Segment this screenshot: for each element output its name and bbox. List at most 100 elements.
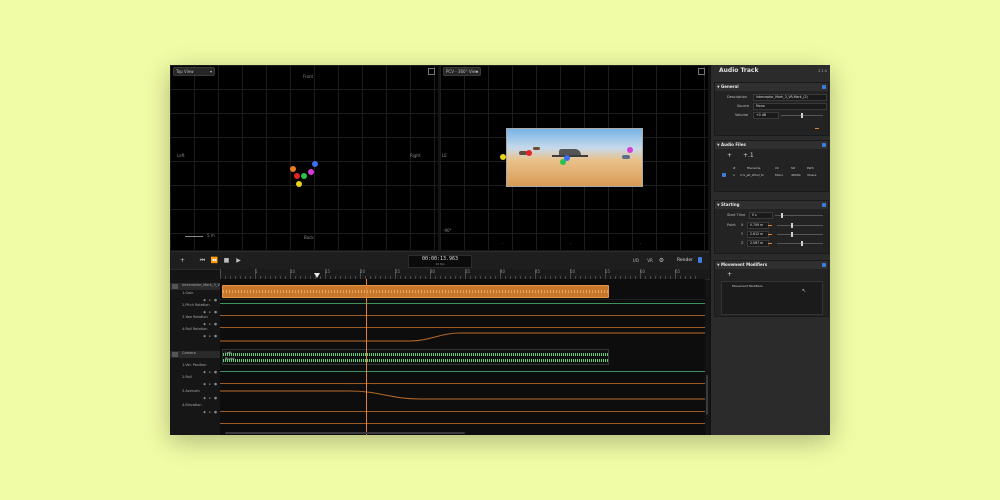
source-dot-yellow[interactable] <box>296 181 302 187</box>
source-dot-magenta[interactable] <box>308 169 314 175</box>
z-axis-indicator <box>768 243 772 244</box>
expand-icon[interactable] <box>428 68 435 75</box>
source-dot-yellow[interactable] <box>500 154 506 160</box>
add-track-button[interactable]: + <box>178 256 187 265</box>
yaw-automation-line[interactable] <box>220 327 705 328</box>
horizontal-scrollbar[interactable] <box>225 432 465 434</box>
axis-tick: · <box>570 241 572 246</box>
volume-field[interactable]: +0 dB <box>753 112 779 119</box>
source-dot-green[interactable] <box>301 173 307 179</box>
lane-controls-icon[interactable]: ◆ ▸ ● <box>203 370 218 374</box>
info-icon[interactable] <box>822 203 826 207</box>
source-dot-blue[interactable] <box>312 161 318 167</box>
start-time-field[interactable]: 0 s <box>749 212 773 219</box>
pcv-360-view-panel[interactable]: PCV - 360° View ▾ LE -90° · · · <box>440 65 708 250</box>
starting-section-header[interactable]: ▼ Starting <box>715 201 828 209</box>
add-multiple-files-button[interactable]: +.1 <box>743 152 754 159</box>
general-section-header[interactable]: ▼ General <box>715 83 828 91</box>
track-header[interactable]: Interceptor_Mark_3_VR <box>170 283 222 290</box>
lane-controls-icon[interactable]: ◆ ▸ ● <box>203 382 218 386</box>
description-field[interactable]: Interceptor_Mark_3_VR-Mark_(2) <box>753 94 827 101</box>
automation-lane-label[interactable]: 1.Gain ◆ ▸ ● <box>170 291 220 303</box>
expand-icon[interactable] <box>698 68 705 75</box>
view-select-dropdown[interactable]: PCV - 360° View ▾ <box>443 67 481 76</box>
info-icon[interactable] <box>822 143 826 147</box>
starting-section: ▼ Starting Start Time 0 s Point X 0.709 m… <box>714 200 829 254</box>
vr-toggle[interactable]: VR <box>645 256 655 265</box>
automation-lane-label[interactable]: 4.Elevation ◆ ▸ ● <box>170 403 220 415</box>
automation-lane-label[interactable]: 2.Pitch Rotation ◆ ▸ ● <box>170 303 220 315</box>
velocity-automation-line[interactable] <box>220 371 705 372</box>
audio-files-section-header[interactable]: ▼ Audio Files <box>715 141 828 149</box>
info-icon[interactable] <box>822 85 826 89</box>
add-modifier-button[interactable]: + <box>727 271 732 278</box>
source-dot-blue[interactable] <box>564 155 570 161</box>
track-header[interactable]: Camera <box>170 351 220 358</box>
add-file-button[interactable]: + <box>727 152 732 159</box>
audio-clip-camera[interactable]: Left Right <box>222 349 609 365</box>
source-dot-magenta[interactable] <box>627 147 633 153</box>
z-slider[interactable] <box>777 241 823 246</box>
movement-modifiers-section-header[interactable]: ▼ Movement Modifiers <box>715 261 828 269</box>
rewind-icon[interactable]: ⏪ <box>210 256 219 265</box>
file-enabled-checkbox[interactable] <box>722 173 726 177</box>
elevation-automation-line[interactable] <box>220 411 705 412</box>
y-field[interactable]: 2.612 m <box>747 231 769 238</box>
ruler-label: 40 <box>500 269 506 274</box>
lane-controls-icon[interactable]: ◆ ▸ ● <box>203 310 218 314</box>
z-field[interactable]: 2.567 m <box>747 240 769 247</box>
track-name: 4.Roll Rotation <box>182 327 208 331</box>
roll-automation-curve[interactable] <box>220 331 705 343</box>
settings-gear-icon[interactable]: ⚙ <box>657 256 666 265</box>
info-icon[interactable] <box>822 263 826 267</box>
source-dot-orange[interactable] <box>290 166 296 172</box>
play-icon[interactable]: ▶ <box>234 256 243 265</box>
automation-lane-label[interactable]: 2.Roll ◆ ▸ ● <box>170 375 220 387</box>
lane <box>220 299 705 300</box>
lane-controls-icon[interactable]: ◆ ▸ ● <box>203 410 218 414</box>
vertical-scrollbar[interactable] <box>706 375 708 415</box>
lane-controls-icon[interactable]: ◆ ▸ ● <box>203 322 218 326</box>
gain-automation-line[interactable] <box>220 303 705 304</box>
file-row-number: 1 <box>733 173 735 177</box>
ruler-label: 25 <box>395 269 401 274</box>
front-label: Front <box>303 74 314 79</box>
view-select-dropdown[interactable]: Top View ▾ <box>173 67 215 76</box>
x-field[interactable]: 0.709 m <box>747 222 769 229</box>
render-button[interactable]: Render <box>675 256 695 265</box>
movement-modifiers-section: ▼ Movement Modifiers + Movement Modifiers… <box>714 260 829 317</box>
source-dot-red[interactable] <box>526 150 532 156</box>
file-row-filename[interactable]: C-S_jet_Wind_fo <box>740 173 764 177</box>
x-slider[interactable] <box>777 223 823 228</box>
stop-icon[interactable]: ■ <box>222 256 231 265</box>
y-axis-indicator <box>768 234 772 235</box>
description-label: Description <box>727 95 747 99</box>
volume-slider[interactable] <box>781 113 823 118</box>
go-to-start-icon[interactable]: ⏮ <box>198 256 207 265</box>
start-time-slider[interactable] <box>775 213 823 218</box>
extra-automation-line[interactable] <box>220 423 705 424</box>
timeline-lanes[interactable]: Left Right <box>220 279 705 435</box>
pitch-automation-line[interactable] <box>220 315 705 316</box>
modifier-list[interactable]: Movement Modifiers ↖ <box>721 281 823 315</box>
source-dot-red[interactable] <box>294 173 300 179</box>
source-select[interactable]: Mono <box>753 103 827 110</box>
roll-camera-automation-line[interactable] <box>220 383 705 384</box>
automation-lane-label[interactable]: 1.Vel. Position ◆ ▸ ● <box>170 363 220 375</box>
ruler-tick <box>220 269 221 279</box>
lane-controls-icon[interactable]: ◆ ▸ ● <box>203 396 218 400</box>
automation-lane-label[interactable]: 3.Yaw Rotation ◆ ▸ ● <box>170 315 220 327</box>
lane-controls-icon[interactable]: ◆ ▸ ● <box>203 334 218 338</box>
track-name: 1.Gain <box>182 291 194 295</box>
automation-lane-label[interactable]: 3.Azimuth ◆ ▸ ● <box>170 389 220 401</box>
automation-lane-label[interactable]: 4.Roll Rotation ◆ ▸ ● <box>170 327 220 339</box>
volume-label: Volume <box>735 113 749 117</box>
loop-toggle[interactable]: I/O <box>630 256 642 265</box>
audio-clip-interceptor[interactable] <box>222 285 609 298</box>
top-view-panel[interactable]: Top View ▾ Front Back Left Right 5 m <box>170 65 438 250</box>
col-header-filename: Filename <box>747 166 761 170</box>
azimuth-automation-curve[interactable] <box>220 387 705 401</box>
mute-indicator[interactable] <box>815 128 819 129</box>
y-slider[interactable] <box>777 232 823 237</box>
lane-controls-icon[interactable]: ◆ ▸ ● <box>203 298 218 302</box>
